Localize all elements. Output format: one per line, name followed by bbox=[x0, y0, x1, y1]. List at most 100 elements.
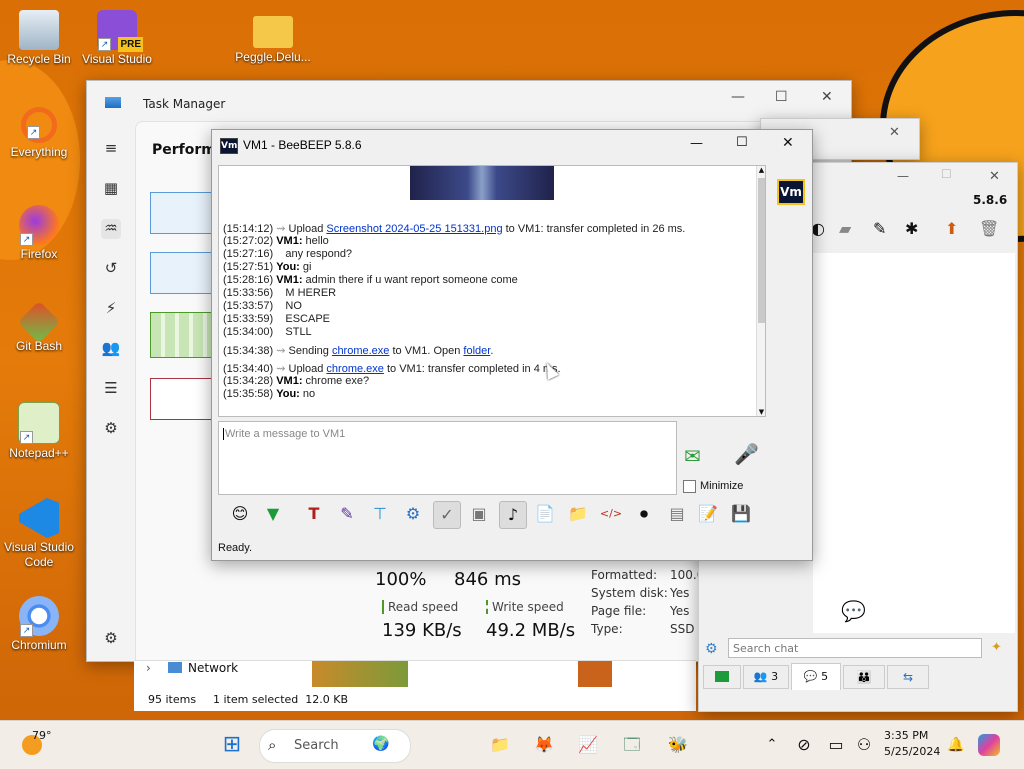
tab-shares[interactable]: ⇆ bbox=[887, 665, 929, 689]
clear-search-icon[interactable]: ✦ bbox=[991, 640, 1002, 655]
chevron-up-icon[interactable]: ⌃ bbox=[758, 731, 786, 759]
toggle-emoticons-icon[interactable]: ▼ bbox=[260, 501, 286, 527]
scroll-thumb[interactable] bbox=[758, 178, 765, 323]
scroll-up-arrow[interactable]: ▲ bbox=[757, 166, 765, 174]
firefox-taskbar-icon[interactable]: 🦊 bbox=[530, 731, 558, 759]
update-icon[interactable]: ⬆ bbox=[945, 219, 958, 238]
font-icon[interactable]: T bbox=[301, 501, 327, 527]
tab-users[interactable]: 👥 3 bbox=[743, 665, 789, 689]
maximize-button[interactable]: ☐ bbox=[775, 89, 788, 105]
notification-bell-icon[interactable]: 🔔 bbox=[942, 731, 970, 759]
desktop-icon-label: Recycle Bin bbox=[7, 52, 71, 66]
file-link[interactable]: Screenshot 2024-05-25 151331.png bbox=[326, 223, 502, 235]
spell-check-icon[interactable]: ✓ bbox=[433, 501, 461, 529]
settings-icon[interactable]: ⚙ bbox=[101, 629, 121, 649]
file-link[interactable]: chrome.exe bbox=[326, 363, 383, 375]
toolbar-icon[interactable]: ◐ bbox=[811, 219, 833, 238]
details-icon[interactable]: ☰ bbox=[101, 379, 121, 399]
folder-link[interactable]: folder bbox=[463, 345, 490, 357]
peggle-thumbnail[interactable] bbox=[312, 661, 408, 687]
network-graph-thumb[interactable] bbox=[150, 378, 212, 420]
processes-icon[interactable]: ▦ bbox=[101, 179, 121, 199]
close-button[interactable]: ✕ bbox=[989, 169, 1000, 184]
desktop-icon-everything[interactable]: ↗ Everything bbox=[0, 107, 78, 160]
message-input[interactable]: Write a message to VM1 bbox=[218, 421, 677, 495]
minimize-button[interactable]: — bbox=[690, 136, 703, 151]
weather-temperature[interactable]: 79° bbox=[32, 729, 52, 742]
minimize-button[interactable]: — bbox=[897, 169, 909, 183]
search-chat-input[interactable]: Search chat bbox=[728, 638, 982, 658]
tools-icon[interactable]: ✱ bbox=[905, 219, 918, 238]
file-explorer-icon[interactable]: 📁 bbox=[486, 731, 514, 759]
minimize-button[interactable]: — bbox=[731, 89, 745, 105]
code-icon[interactable]: </> bbox=[598, 501, 624, 527]
users-icon[interactable]: 👥 bbox=[101, 339, 121, 359]
start-button[interactable]: ⊞ bbox=[218, 731, 246, 759]
disk-graph-thumb[interactable] bbox=[150, 312, 212, 358]
cpu-graph-thumb[interactable] bbox=[150, 192, 212, 234]
startup-apps-icon[interactable]: ⚡ bbox=[101, 299, 121, 319]
beebeep-taskbar-icon[interactable]: 🐝 bbox=[664, 731, 692, 759]
beebeep-chat-window[interactable]: Vm VM1 - BeeBEEP 5.8.6 — ☐ ✕ (15:14:12) … bbox=[211, 129, 813, 561]
minimize-checkbox[interactable] bbox=[683, 480, 696, 493]
copilot-icon[interactable] bbox=[978, 734, 1000, 756]
sound-icon[interactable]: ♪ bbox=[499, 501, 527, 529]
message-text: to VM1. Open bbox=[389, 345, 464, 357]
color-picker-icon[interactable]: ✎ bbox=[334, 501, 360, 527]
trash-icon[interactable]: 🗑 bbox=[979, 219, 999, 238]
microphone-icon[interactable]: 🎤 bbox=[734, 442, 759, 466]
task-manager-taskbar-icon[interactable]: 📈 bbox=[574, 731, 602, 759]
accessibility-icon[interactable]: ⚇ bbox=[850, 731, 878, 759]
edit-icon[interactable]: ✎ bbox=[873, 219, 886, 238]
tab-groups[interactable]: 👪 bbox=[843, 665, 885, 689]
app-history-icon[interactable]: ↺ bbox=[101, 259, 121, 279]
chat-log[interactable]: (15:14:12) ⇝ Upload Screenshot 2024-05-2… bbox=[218, 165, 766, 417]
close-button[interactable]: ✕ bbox=[821, 89, 833, 105]
clock-date[interactable]: 5/25/2024 bbox=[884, 745, 940, 758]
display-icon[interactable]: ▭ bbox=[822, 731, 850, 759]
image-thumbnail[interactable] bbox=[578, 661, 612, 687]
shared-image-preview[interactable] bbox=[410, 166, 554, 200]
file-link[interactable]: chrome.exe bbox=[332, 345, 389, 357]
close-icon[interactable]: ✕ bbox=[889, 125, 900, 140]
close-button[interactable]: ✕ bbox=[782, 135, 794, 151]
clear-icon[interactable]: ▤ bbox=[664, 501, 690, 527]
status-bar: Ready. bbox=[218, 542, 253, 554]
maximize-button[interactable]: ☐ bbox=[736, 135, 748, 150]
send-file-icon[interactable]: 📄 bbox=[532, 501, 558, 527]
screenshot-icon[interactable]: ▣ bbox=[466, 501, 492, 527]
network-status-icon[interactable]: ⊘ bbox=[790, 731, 818, 759]
desktop-icon-peggle[interactable]: Peggle.Delu... 10507 bbox=[234, 10, 312, 65]
desktop-icon-vscode[interactable]: Visual Studio Code bbox=[0, 498, 78, 570]
desktop-icon-git-bash[interactable]: Git Bash bbox=[0, 300, 78, 354]
emoticon-icon[interactable]: 😊 bbox=[227, 501, 253, 527]
scroll-down-arrow[interactable]: ▼ bbox=[757, 408, 765, 416]
record-icon[interactable]: ⏺ bbox=[631, 501, 657, 527]
tab-home[interactable] bbox=[703, 665, 741, 689]
settings-gear-icon[interactable]: ⚙ bbox=[400, 501, 426, 527]
send-message-icon[interactable]: ✉ bbox=[684, 444, 716, 468]
desktop-icon-firefox[interactable]: ↗ Firefox bbox=[0, 205, 78, 262]
hamburger-icon[interactable]: ≡ bbox=[101, 139, 121, 159]
save-icon[interactable]: 💾 bbox=[728, 501, 754, 527]
tab-chats[interactable]: 💬 5 bbox=[791, 663, 841, 690]
desktop-icon-visual-studio[interactable]: PRE ↗ Visual Studio 2022 Preview bbox=[78, 10, 156, 67]
filter-icon[interactable]: ⊤ bbox=[367, 501, 393, 527]
services-icon[interactable]: ⚙ bbox=[101, 419, 121, 439]
app-taskbar-icon[interactable]: 🗔 bbox=[618, 731, 646, 759]
settings-icon[interactable]: ⚙ bbox=[705, 641, 718, 657]
edit-note-icon[interactable]: 📝 bbox=[695, 501, 721, 527]
performance-icon[interactable]: ♒ bbox=[101, 219, 121, 239]
clock-time[interactable]: 3:35 PM bbox=[884, 729, 928, 742]
desktop-icon-recycle-bin[interactable]: Recycle Bin bbox=[0, 10, 78, 67]
taskbar-search[interactable]: ⌕ Search 🌍 bbox=[259, 729, 411, 763]
chevron-right-icon[interactable]: › bbox=[146, 661, 151, 675]
toolbar-icon[interactable]: ▰ bbox=[839, 219, 851, 238]
send-folder-icon[interactable]: 📁 bbox=[565, 501, 591, 527]
desktop-icon-chromium[interactable]: ↗ Chromium bbox=[0, 596, 78, 653]
network-nav-item[interactable]: Network bbox=[188, 661, 238, 675]
chat-scrollbar[interactable]: ▲ ▼ bbox=[756, 166, 765, 416]
memory-graph-thumb[interactable] bbox=[150, 252, 212, 294]
maximize-button[interactable]: ☐ bbox=[941, 167, 952, 181]
desktop-icon-notepad-plus[interactable]: ↗ Notepad++ bbox=[0, 402, 78, 461]
